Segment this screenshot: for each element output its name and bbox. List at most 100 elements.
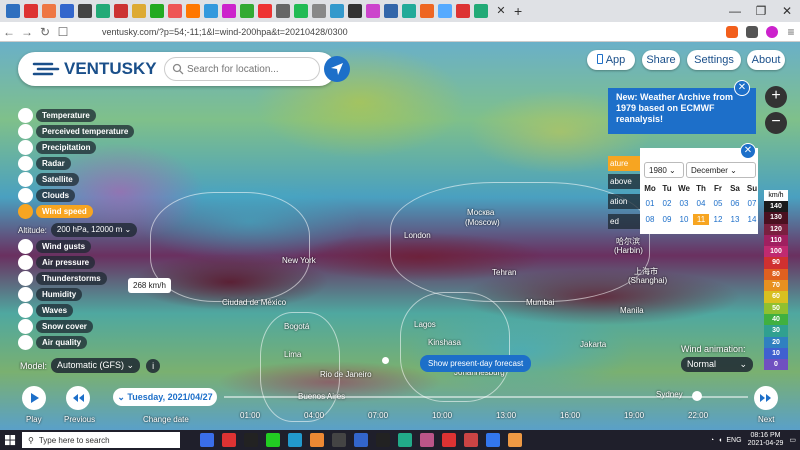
about-button[interactable]: About — [747, 50, 785, 70]
tab-favicon-icon[interactable] — [294, 4, 308, 18]
rewards-icon[interactable] — [746, 25, 758, 38]
calendar-day[interactable]: 10 — [676, 214, 692, 225]
layer-item[interactable]: Satellite — [18, 172, 79, 187]
language-indicator[interactable]: ENG — [726, 437, 741, 444]
layer-item[interactable]: Air quality — [18, 335, 88, 350]
present-day-forecast-button[interactable]: Show present-day forecast — [420, 355, 532, 372]
calendar-day[interactable]: 08 — [642, 214, 658, 225]
tab-favicon-icon[interactable] — [204, 4, 218, 18]
tab-favicon-icon[interactable] — [60, 4, 74, 18]
close-window-button[interactable]: ✕ — [774, 0, 800, 22]
layer-item[interactable]: Thunderstorms — [18, 271, 107, 286]
calendar-day[interactable]: 05 — [710, 198, 726, 209]
reload-icon[interactable]: ↻ — [36, 25, 54, 39]
altitude-dropdown[interactable]: 200 hPa, 12000 m ⌄ — [50, 223, 138, 237]
layer-item[interactable]: Waves — [18, 303, 74, 318]
taskbar-app-icon[interactable] — [486, 433, 500, 447]
tab-close-icon[interactable]: ✕ — [494, 4, 508, 18]
hour-tick[interactable]: 01:00 — [240, 411, 260, 420]
tab-favicon-icon[interactable] — [312, 4, 326, 18]
forward-icon[interactable]: → — [18, 25, 36, 39]
tab-favicon-icon[interactable] — [240, 4, 254, 18]
share-button[interactable]: Share — [642, 50, 680, 70]
tab-favicon-icon[interactable] — [42, 4, 56, 18]
info-icon[interactable]: i — [146, 358, 161, 373]
app-button[interactable]: App — [587, 50, 635, 70]
calendar-day[interactable]: 06 — [727, 198, 743, 209]
hour-tick[interactable]: 16:00 — [560, 411, 580, 420]
taskbar-app-icon[interactable] — [200, 433, 214, 447]
taskbar-app-icon[interactable] — [266, 433, 280, 447]
calendar-day[interactable]: 02 — [659, 198, 675, 209]
taskbar-search-box[interactable]: ⚲ Type here to search — [22, 432, 180, 448]
calendar-day-selected[interactable]: 11 — [693, 214, 709, 225]
brave-shield-icon[interactable] — [726, 25, 738, 38]
back-icon[interactable]: ← — [0, 25, 18, 39]
tab-favicon-icon[interactable] — [24, 4, 38, 18]
timeline-handle[interactable] — [692, 391, 702, 401]
calendar-day[interactable]: 09 — [659, 214, 675, 225]
taskbar-app-icon[interactable] — [244, 433, 258, 447]
tab-favicon-icon[interactable] — [150, 4, 164, 18]
tab-favicon-icon[interactable] — [438, 4, 452, 18]
layer-item[interactable]: Humidity — [18, 287, 83, 302]
settings-button[interactable]: Settings — [687, 50, 741, 70]
calendar-day[interactable]: 03 — [676, 198, 692, 209]
taskbar-app-icon[interactable] — [464, 433, 478, 447]
layer-item[interactable]: Clouds — [18, 188, 76, 203]
volume-icon[interactable]: ◖ — [718, 437, 722, 444]
calendar-day[interactable]: 04 — [693, 198, 709, 209]
tab-favicon-icon[interactable] — [132, 4, 146, 18]
locate-button[interactable] — [324, 56, 350, 82]
tab-favicon-icon[interactable] — [168, 4, 182, 18]
ventusky-logo-icon[interactable] — [32, 61, 62, 77]
layer-item[interactable]: Perceived temperature — [18, 124, 135, 139]
hour-tick[interactable]: 10:00 — [432, 411, 452, 420]
profile-icon[interactable] — [766, 25, 778, 38]
model-dropdown[interactable]: Automatic (GFS) ⌄ — [51, 358, 141, 373]
network-icon[interactable]: ◔ — [710, 437, 714, 444]
zoom-in-button[interactable]: + — [765, 86, 787, 108]
taskbar-app-icon[interactable] — [354, 433, 368, 447]
layer-item[interactable]: Temperature — [18, 108, 96, 123]
hour-tick[interactable]: 04:00 — [304, 411, 324, 420]
tab-favicon-icon[interactable] — [186, 4, 200, 18]
calendar-day[interactable]: 14 — [744, 214, 760, 225]
new-tab-button[interactable]: + — [514, 3, 522, 19]
tab-favicon-icon[interactable] — [222, 4, 236, 18]
system-clock[interactable]: 08:16 PM 2021-04-29 — [748, 432, 784, 448]
layer-item[interactable]: Air pressure — [18, 255, 96, 270]
minimize-button[interactable]: — — [722, 0, 748, 22]
layer-item[interactable]: Precipitation — [18, 140, 97, 155]
tab-favicon-icon[interactable] — [474, 4, 488, 18]
taskbar-app-icon[interactable] — [508, 433, 522, 447]
hour-tick[interactable]: 07:00 — [368, 411, 388, 420]
taskbar-app-icon[interactable] — [332, 433, 346, 447]
tab-favicon-icon[interactable] — [384, 4, 398, 18]
hour-tick[interactable]: 13:00 — [496, 411, 516, 420]
close-icon[interactable]: ✕ — [740, 143, 756, 159]
taskbar-app-icon[interactable] — [222, 433, 236, 447]
tab-favicon-icon[interactable] — [258, 4, 272, 18]
play-button[interactable] — [22, 386, 46, 410]
year-select[interactable]: 1980 ⌄ — [644, 162, 684, 178]
calendar-day[interactable]: 07 — [744, 198, 760, 209]
maximize-button[interactable]: ❐ — [748, 0, 774, 22]
logo-text[interactable]: VENTUSKY — [64, 59, 157, 79]
tab-favicon-icon[interactable] — [6, 4, 20, 18]
layer-item[interactable]: Snow cover — [18, 319, 93, 334]
menu-icon[interactable]: ≡ — [782, 25, 800, 39]
zoom-out-button[interactable]: − — [765, 112, 787, 134]
next-button[interactable] — [754, 386, 778, 410]
calendar-day[interactable]: 13 — [727, 214, 743, 225]
notification-icon[interactable]: ▭ — [789, 436, 796, 444]
tab-favicon-icon[interactable] — [330, 4, 344, 18]
news-banner[interactable]: New: Weather Archive from 1979 based on … — [608, 88, 756, 134]
calendar-day[interactable]: 01 — [642, 198, 658, 209]
start-button[interactable] — [0, 430, 20, 450]
taskbar-app-icon[interactable] — [310, 433, 324, 447]
taskbar-app-icon[interactable] — [288, 433, 302, 447]
tab-favicon-icon[interactable] — [78, 4, 92, 18]
url-field[interactable]: ventusky.com/?p=54;-11;1&l=wind-200hpa&t… — [102, 24, 722, 40]
tab-favicon-icon[interactable] — [276, 4, 290, 18]
